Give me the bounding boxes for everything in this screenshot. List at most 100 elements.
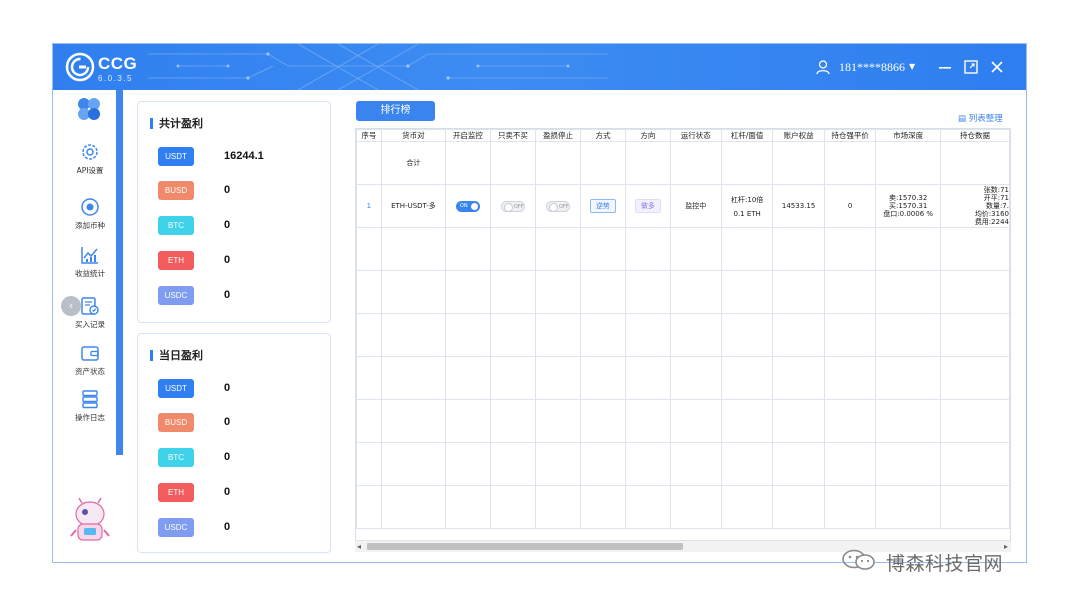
sidebar-item-api-settings[interactable]: API设置 [63, 141, 117, 176]
stop-toggle-cell: OFF [535, 184, 581, 228]
circuit-decoration [148, 44, 608, 90]
sidebar-item-profit-stats[interactable]: 收益统计 [63, 244, 117, 279]
wechat-icon [842, 549, 875, 570]
coin-badge-usdc: USDC [158, 518, 194, 537]
table-row[interactable]: 1 ETH-USDT-多 ON OFF OFF 逆势 做多 监控中 杠杆:10倍… [356, 184, 1010, 228]
user-icon[interactable] [815, 59, 831, 75]
column-header[interactable]: 账户权益 [772, 129, 825, 142]
mode-cell: 逆势 [579, 184, 627, 228]
leverage-cell: 杠杆:10倍 0.1 ETH [720, 184, 774, 228]
sidebar-item-add-coin[interactable]: 添加币种 [63, 196, 117, 231]
gear-icon [82, 144, 98, 160]
panel-title: 当日盈利 [150, 350, 203, 361]
pos-open: 开平:71 [983, 194, 1009, 202]
table-empty-row [356, 227, 1010, 271]
list-settings-link[interactable]: ▤ 列表整理 [958, 112, 1003, 124]
coin-value: 0 [224, 382, 231, 394]
panel-title: 共计盈利 [150, 118, 203, 129]
coin-value: 0 [224, 254, 231, 266]
target-icon [81, 198, 99, 216]
pos-fee: 费用:2244 [974, 218, 1009, 226]
table-empty-row [356, 399, 1010, 443]
row-pair: ETH-USDT-多 [380, 184, 447, 228]
sidebar-item-label: 收益统计 [75, 269, 105, 278]
depth-cell: 卖:1570.32 买:1570.31 盘口:0.0006 % [875, 184, 941, 228]
sidebar: API设置 添加币种 收益统计 买入记录 资产状态 操作日志 [53, 90, 123, 562]
maximize-icon[interactable] [961, 57, 981, 77]
row-status: 监控中 [669, 184, 722, 228]
table-total-row: 合计 [356, 141, 1010, 185]
column-header[interactable]: 持仓数据 [939, 129, 1010, 142]
column-header[interactable]: 盈损停止 [535, 129, 581, 142]
scroll-right-icon[interactable]: ▸ [1004, 542, 1008, 551]
column-header[interactable]: 持仓强平价 [823, 129, 877, 142]
sidebar-item-label: 买入记录 [75, 320, 105, 329]
coin-value: 0 [224, 289, 231, 301]
coin-value: 0 [224, 416, 231, 428]
table-empty-row [356, 485, 1010, 529]
direction-cell: 做多 [625, 184, 671, 228]
sidebar-item-operation-log[interactable]: 操作日志 [63, 388, 117, 423]
close-icon[interactable] [987, 57, 1007, 77]
row-liq-price: 0 [823, 184, 877, 228]
coin-value: 0 [224, 521, 231, 533]
sidebar-item-label: 资产状态 [75, 367, 105, 376]
table-empty-row [356, 442, 1010, 486]
ranking-button[interactable]: 排行榜 [356, 101, 435, 121]
face-value: 0.1 ETH [733, 209, 761, 218]
table-empty-row [356, 270, 1010, 314]
direction-tag[interactable]: 做多 [634, 199, 661, 213]
chart-icon [81, 247, 98, 264]
app-version: 6.0.3.5 [98, 74, 133, 83]
coin-value: 0 [224, 219, 231, 231]
list-icon: ▤ [958, 114, 967, 124]
coin-value: 0 [224, 451, 231, 463]
column-header[interactable]: 方式 [579, 129, 627, 142]
sell-only-toggle[interactable]: OFF [500, 200, 525, 212]
scroll-thumb[interactable] [367, 543, 683, 550]
coin-value: 16244.1 [224, 150, 264, 162]
column-header[interactable]: 方向 [625, 129, 671, 142]
pos-count: 张数:71 [983, 186, 1009, 194]
column-header[interactable]: 运行状态 [669, 129, 722, 142]
user-dropdown-caret-icon[interactable]: ▼ [909, 62, 915, 71]
depth-sell: 卖:1570.32 [889, 194, 928, 202]
column-header[interactable]: 杠杆/面值 [720, 129, 774, 142]
minimize-icon[interactable] [935, 57, 955, 77]
list-settings-label: 列表整理 [968, 114, 1003, 124]
row-equity: 14533.15 [772, 184, 825, 228]
column-header[interactable]: 开启监控 [445, 129, 491, 142]
wallet-icon [81, 346, 99, 361]
sell-only-toggle-cell: OFF [489, 184, 537, 228]
scroll-left-icon[interactable]: ◂ [357, 542, 361, 551]
stop-loss-toggle[interactable]: OFF [545, 200, 570, 212]
coin-value: 0 [224, 486, 231, 498]
monitor-toggle-cell: ON [445, 184, 491, 228]
sidebar-item-asset-status[interactable]: 资产状态 [63, 342, 117, 377]
depth-spread: 盘口:0.0006 % [883, 210, 934, 218]
column-header[interactable]: 只卖不买 [489, 129, 537, 142]
ccg-logo-icon [65, 52, 95, 82]
column-header[interactable]: 序号 [356, 129, 382, 142]
robot-mascot-icon [70, 497, 110, 541]
total-label: 合计 [380, 141, 447, 185]
depth-buy: 买:1570.31 [889, 202, 928, 210]
total-profit-panel: 共计盈利 USDT 16244.1 BUSD 0 BTC 0 ETH 0 USD… [137, 101, 331, 323]
record-icon [81, 297, 99, 315]
collapse-sidebar-button[interactable]: ‹ [61, 296, 81, 316]
watermark-text: 博森科技官网 [886, 553, 1004, 575]
coin-badge-eth: ETH [158, 483, 194, 502]
user-phone[interactable]: 181****8866 [839, 60, 905, 75]
monitor-toggle[interactable]: ON [455, 200, 480, 212]
coin-value: 0 [224, 184, 231, 196]
sidebar-accent-strip [116, 90, 123, 455]
coin-badge-btc: BTC [158, 216, 194, 235]
coin-badge-eth: ETH [158, 251, 194, 270]
sidebar-item-label: 操作日志 [75, 413, 105, 422]
coin-badge-usdt: USDT [158, 379, 194, 398]
column-header[interactable]: 货币对 [380, 129, 447, 142]
row-index: 1 [356, 184, 382, 228]
mode-tag[interactable]: 逆势 [589, 199, 616, 213]
coin-badge-busd: BUSD [158, 413, 194, 432]
column-header[interactable]: 市场深度 [875, 129, 941, 142]
